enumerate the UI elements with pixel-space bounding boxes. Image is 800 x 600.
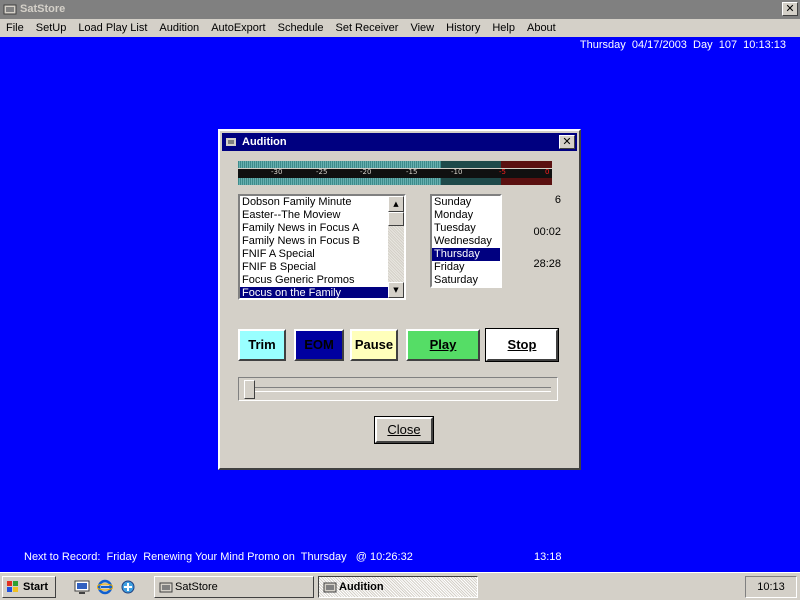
stop-button[interactable]: Stop: [485, 328, 559, 362]
show-desktop-icon[interactable]: [74, 579, 90, 595]
internet-explorer-icon[interactable]: [97, 579, 113, 595]
next-to-record-status: Next to Record: Friday Renewing Your Min…: [24, 551, 413, 563]
close-button[interactable]: Close: [374, 416, 434, 444]
program-list-item[interactable]: Easter--The Moview: [240, 209, 388, 222]
program-list-item[interactable]: Focus on the Family: [240, 287, 388, 298]
day-list[interactable]: Sunday Monday Tuesday Wednesday Thursday Frid…: [430, 194, 502, 288]
taskbar: Start SatStore Audition 10:13: [0, 572, 800, 600]
menu-about[interactable]: About: [521, 22, 562, 34]
day-rows: Sunday Monday Tuesday Wednesday Thursday Frid…: [432, 196, 500, 286]
dialog-title-bar: Audition ✕: [222, 133, 577, 151]
system-tray-clock: 10:13: [745, 576, 797, 598]
playback-position-value: 00:02: [533, 226, 561, 238]
slider-thumb[interactable]: [244, 380, 255, 399]
program-list-item[interactable]: Focus Generic Promos: [240, 274, 388, 287]
satstore-app-icon: [3, 4, 17, 15]
meter-scale-label: -20: [360, 168, 372, 176]
day-list-item[interactable]: Friday: [432, 261, 500, 274]
task-label: SatStore: [175, 581, 218, 593]
dialog-close-icon-button[interactable]: ✕: [559, 135, 575, 149]
menu-autoexport[interactable]: AutoExport: [205, 22, 271, 34]
scroll-down-arrow-icon[interactable]: ▼: [388, 282, 404, 298]
program-length-value: 28:28: [533, 258, 561, 270]
scroll-thumb[interactable]: [388, 212, 404, 226]
menu-history[interactable]: History: [440, 22, 486, 34]
menu-set-receiver[interactable]: Set Receiver: [329, 22, 404, 34]
day-list-item[interactable]: Saturday: [432, 274, 500, 286]
playback-position-slider[interactable]: [238, 377, 558, 401]
meter-bar-right: [238, 178, 552, 185]
day-list-item[interactable]: Monday: [432, 209, 500, 222]
day-list-item[interactable]: Thursday: [432, 248, 500, 261]
scroll-up-arrow-icon[interactable]: ▲: [388, 196, 404, 212]
menu-view[interactable]: View: [404, 22, 440, 34]
meter-scale-label: 0: [545, 168, 550, 176]
meter-scale-label: -15: [406, 168, 418, 176]
meter-scale-label: -25: [316, 168, 328, 176]
eom-button[interactable]: EOM: [294, 329, 344, 361]
channels-icon[interactable]: [120, 579, 136, 595]
app-title: SatStore: [20, 3, 66, 15]
meter-scale-label: -10: [451, 168, 463, 176]
program-list-item[interactable]: Dobson Family Minute: [240, 196, 388, 209]
menu-load-play-list[interactable]: Load Play List: [72, 22, 153, 34]
program-list[interactable]: Dobson Family Minute Easter--The Moview Fa…: [238, 194, 406, 300]
meter-scale-label: -5: [499, 168, 506, 176]
audition-task-icon: [323, 582, 337, 593]
menu-file[interactable]: File: [0, 22, 30, 34]
trim-button[interactable]: Trim: [238, 329, 286, 361]
program-list-item[interactable]: FNIF A Special: [240, 248, 388, 261]
meter-scale-label: -30: [271, 168, 283, 176]
audio-level-meter: -30 -25 -20 -15 -10 -5 0: [238, 161, 552, 185]
windows-logo-icon: [7, 581, 18, 592]
dialog-title: Audition: [242, 136, 287, 148]
program-list-item[interactable]: FNIF B Special: [240, 261, 388, 274]
app-title-bar: SatStore ✕: [0, 0, 800, 19]
app-close-button[interactable]: ✕: [782, 2, 798, 16]
menu-schedule[interactable]: Schedule: [272, 22, 330, 34]
day-list-item[interactable]: Sunday: [432, 196, 500, 209]
day-list-item[interactable]: Wednesday: [432, 235, 500, 248]
task-button-audition[interactable]: Audition: [318, 576, 478, 598]
start-label: Start: [23, 581, 49, 593]
satstore-task-icon: [159, 582, 173, 593]
menu-audition[interactable]: Audition: [153, 22, 205, 34]
meter-scale: -30 -25 -20 -15 -10 -5 0: [238, 168, 552, 178]
program-list-scrollbar[interactable]: ▲ ▼: [388, 196, 404, 298]
program-list-item[interactable]: Family News in Focus A: [240, 222, 388, 235]
date-time-readout: Thursday 04/17/2003 Day 107 10:13:13: [579, 39, 786, 51]
menu-setup[interactable]: SetUp: [30, 22, 73, 34]
meter-bar-left: [238, 161, 552, 168]
status-time: 13:18: [534, 551, 562, 563]
audition-dialog: Audition ✕ -30 -25 -20 -15 -10 -5 0 Dobs…: [218, 129, 581, 470]
program-list-item[interactable]: Family News in Focus B: [240, 235, 388, 248]
day-list-item[interactable]: Tuesday: [432, 222, 500, 235]
pause-button[interactable]: Pause: [350, 329, 398, 361]
play-button[interactable]: Play: [406, 329, 480, 361]
slider-groove: [245, 387, 551, 392]
start-button[interactable]: Start: [2, 576, 56, 598]
menu-help[interactable]: Help: [486, 22, 521, 34]
program-count-value: 6: [554, 194, 561, 206]
dialog-app-icon: [226, 138, 236, 146]
task-button-satstore[interactable]: SatStore: [154, 576, 314, 598]
program-rows: Dobson Family Minute Easter--The Moview Fa…: [240, 196, 388, 298]
task-label: Audition: [339, 581, 384, 593]
menu-bar: File SetUp Load Play List Audition AutoE…: [0, 19, 800, 37]
